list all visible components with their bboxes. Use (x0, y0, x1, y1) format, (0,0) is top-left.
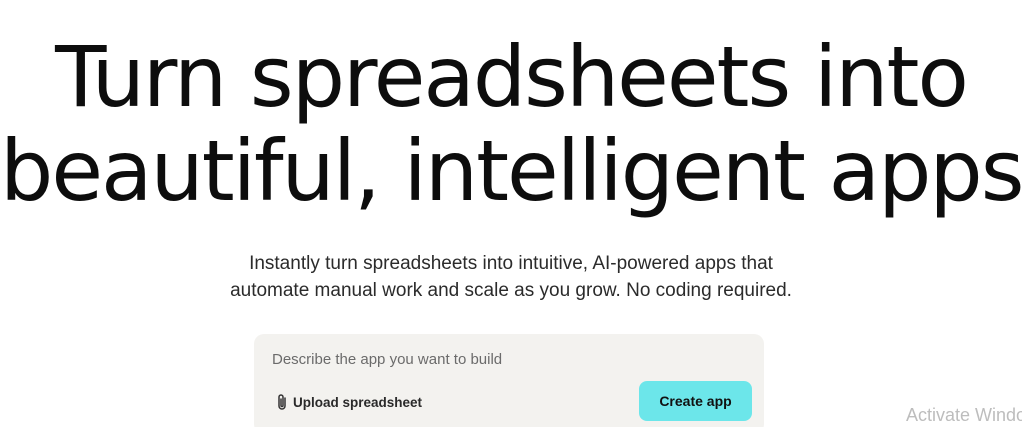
paperclip-icon (276, 393, 288, 411)
hero-title: Turn spreadsheets into beautiful, intell… (0, 30, 1022, 218)
hero-title-line-1: Turn spreadsheets into (55, 28, 969, 126)
hero-title-line-2: beautiful, intelligent apps (0, 122, 1022, 220)
hero-subtitle: Instantly turn spreadsheets into intuiti… (0, 250, 1022, 304)
upload-spreadsheet-button[interactable]: Upload spreadsheet (276, 392, 422, 412)
app-prompt-card: Upload spreadsheet Create app (254, 334, 764, 427)
app-description-input[interactable] (272, 348, 742, 370)
hero-subtitle-line-1: Instantly turn spreadsheets into intuiti… (249, 253, 773, 274)
landing-page: Turn spreadsheets into beautiful, intell… (0, 0, 1022, 427)
create-app-button[interactable]: Create app (639, 381, 752, 421)
hero-subtitle-line-2: automate manual work and scale as you gr… (230, 280, 792, 301)
upload-spreadsheet-label: Upload spreadsheet (293, 394, 423, 410)
activate-windows-watermark: Activate Windows (906, 405, 1022, 425)
